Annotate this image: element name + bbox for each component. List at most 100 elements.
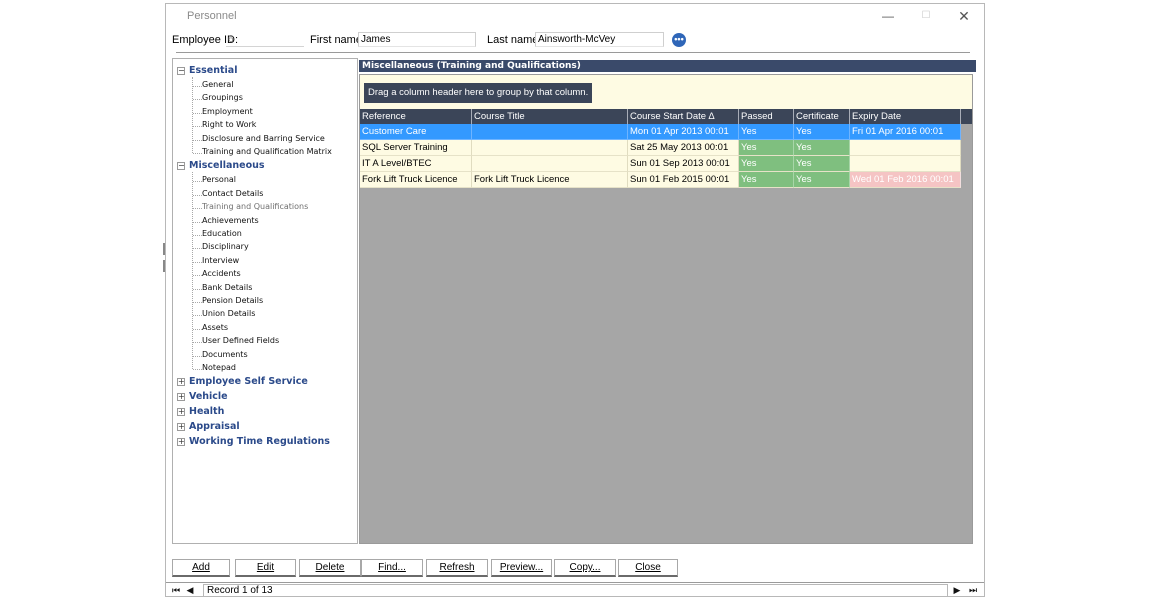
tree-item-training-and-qualifications[interactable]: Training and Qualifications [202, 202, 308, 216]
cell-certificate[interactable]: Yes [794, 124, 850, 140]
preview-button[interactable]: Preview... [491, 559, 552, 577]
expand-icon[interactable]: + [177, 438, 185, 447]
record-position: Record 1 of 13 [203, 584, 948, 596]
tree-item-pension-details[interactable]: Pension Details [202, 296, 263, 310]
expand-icon[interactable]: + [177, 393, 185, 402]
copy-button[interactable]: Copy... [554, 559, 616, 577]
first-name-field[interactable]: James [358, 32, 476, 47]
expand-icon[interactable]: + [177, 423, 185, 432]
refresh-button[interactable]: Refresh [426, 559, 488, 577]
tree-connector [193, 99, 202, 101]
tree-item-assets[interactable]: Assets [202, 323, 228, 337]
cell-course-title[interactable] [472, 124, 628, 140]
header-divider [176, 52, 970, 53]
cell-reference[interactable]: IT A Level/BTEC [360, 156, 472, 172]
tree-item-user-defined-fields[interactable]: User Defined Fields [202, 336, 279, 350]
tree-item-employment[interactable]: Employment [202, 107, 253, 121]
cell-reference[interactable]: SQL Server Training [360, 140, 472, 156]
tree-item-personal[interactable]: Personal [202, 175, 236, 189]
cell-start[interactable]: Sun 01 Sep 2013 00:01 [628, 156, 739, 172]
first-record-icon[interactable]: ⏮ [170, 584, 182, 596]
minimize-icon[interactable]: — [873, 7, 903, 25]
next-record-icon[interactable]: ▶ [951, 584, 963, 596]
column-header-reference[interactable]: Reference [360, 109, 472, 124]
cell-reference[interactable]: Customer Care [360, 124, 472, 140]
personnel-window: Personnel — ☐ ✕ Employee ID: 6 First nam… [165, 3, 985, 597]
cell-passed[interactable]: Yes [739, 124, 794, 140]
ellipsis-circle-icon[interactable]: ••• [672, 33, 686, 47]
tree-item-disclosure-and-barring-service[interactable]: Disclosure and Barring Service [202, 134, 325, 148]
cell-expiry[interactable]: Fri 01 Apr 2016 00:01 [850, 124, 961, 140]
maximize-icon[interactable]: ☐ [911, 7, 941, 25]
add-button[interactable]: Add [172, 559, 230, 577]
cell-expiry[interactable] [850, 140, 961, 156]
expand-icon[interactable]: + [177, 408, 185, 417]
tree-connector [193, 342, 202, 344]
expand-icon[interactable]: + [177, 378, 185, 387]
tree-item-education[interactable]: Education [202, 229, 242, 243]
tree-item-general[interactable]: General [202, 80, 234, 94]
previous-record-icon[interactable]: ◀ [184, 584, 196, 596]
column-header-course-start-date[interactable]: Course Start Date ∆ [628, 109, 739, 124]
column-header-expiry-date[interactable]: Expiry Date [850, 109, 961, 124]
tree-connector [193, 355, 202, 357]
tree-item-accidents[interactable]: Accidents [202, 269, 241, 283]
tree-item-disciplinary[interactable]: Disciplinary [202, 242, 249, 256]
table-row[interactable]: SQL Server Training Sat 25 May 2013 00:01… [360, 140, 961, 156]
title-bar[interactable]: Personnel — ☐ ✕ [166, 4, 984, 28]
cell-start[interactable]: Sat 25 May 2013 00:01 [628, 140, 739, 156]
cell-course-title[interactable] [472, 140, 628, 156]
column-header-course-title[interactable]: Course Title [472, 109, 628, 124]
cell-certificate[interactable]: Yes [794, 156, 850, 172]
cell-reference[interactable]: Fork Lift Truck Licence [360, 172, 472, 188]
cell-course-title[interactable] [472, 156, 628, 172]
cell-certificate[interactable]: Yes [794, 172, 850, 188]
table-row[interactable]: Customer Care Mon 01 Apr 2013 00:01 Yes Yes… [360, 124, 961, 140]
cell-start[interactable]: Mon 01 Apr 2013 00:01 [628, 124, 739, 140]
tree-item-right-to-work[interactable]: Right to Work [202, 120, 256, 134]
tree-item-notepad[interactable]: Notepad [202, 363, 236, 377]
tree-item-interview[interactable]: Interview [202, 256, 239, 270]
tree-group-label: Essential [189, 65, 238, 76]
tree-item-training-and-qualification-matrix[interactable]: Training and Qualification Matrix [202, 147, 332, 161]
find-button[interactable]: Find... [361, 559, 423, 577]
collapse-icon[interactable]: − [177, 162, 185, 171]
tree-connector [193, 275, 202, 277]
grid-vertical-scrollbar[interactable] [961, 109, 972, 124]
tree-item-bank-details[interactable]: Bank Details [202, 283, 252, 297]
column-header-passed[interactable]: Passed [739, 109, 794, 124]
last-record-icon[interactable]: ⏭ [967, 584, 979, 596]
table-row[interactable]: Fork Lift Truck Licence Fork Lift Truck L… [360, 172, 961, 188]
tree-connector [193, 194, 202, 196]
cell-course-title[interactable]: Fork Lift Truck Licence [472, 172, 628, 188]
tree-item-documents[interactable]: Documents [202, 350, 248, 364]
employee-id-value: 6 [228, 34, 234, 45]
tree-item-groupings[interactable]: Groupings [202, 93, 243, 107]
group-by-panel[interactable]: Drag a column header here to group by th… [360, 75, 972, 111]
collapse-icon[interactable]: − [177, 67, 185, 75]
tree-connector [193, 261, 202, 263]
delete-button[interactable]: Delete [299, 559, 361, 577]
training-grid[interactable]: Drag a column header here to group by th… [359, 74, 973, 544]
table-row[interactable]: IT A Level/BTEC Sun 01 Sep 2013 00:01 Yes Y… [360, 156, 961, 172]
section-title: Miscellaneous (Training and Qualificatio… [359, 60, 976, 72]
last-name-label: Last name: [487, 34, 542, 46]
last-name-field[interactable]: Ainsworth-McVey [535, 32, 664, 47]
tree-item-contact-details[interactable]: Contact Details [202, 189, 263, 203]
edit-button[interactable]: Edit [235, 559, 296, 577]
cell-passed[interactable]: Yes [739, 172, 794, 188]
navigation-tree[interactable]: − Essential General Groupings Employment Righ… [172, 58, 358, 544]
cell-certificate[interactable]: Yes [794, 140, 850, 156]
cell-expiry[interactable]: Wed 01 Feb 2016 00:01 [850, 172, 961, 188]
action-button-bar: Add Edit Delete Find... Refresh Preview.… [166, 559, 984, 577]
tree-item-achievements[interactable]: Achievements [202, 216, 259, 230]
column-header-certificate[interactable]: Certificate [794, 109, 850, 124]
tree-group-label: Miscellaneous [189, 160, 265, 172]
cell-passed[interactable]: Yes [739, 156, 794, 172]
tree-item-union-details[interactable]: Union Details [202, 309, 255, 323]
close-button[interactable]: Close [618, 559, 678, 577]
close-icon[interactable]: ✕ [949, 7, 979, 25]
cell-start[interactable]: Sun 01 Feb 2015 00:01 [628, 172, 739, 188]
cell-passed[interactable]: Yes [739, 140, 794, 156]
cell-expiry[interactable] [850, 156, 961, 172]
